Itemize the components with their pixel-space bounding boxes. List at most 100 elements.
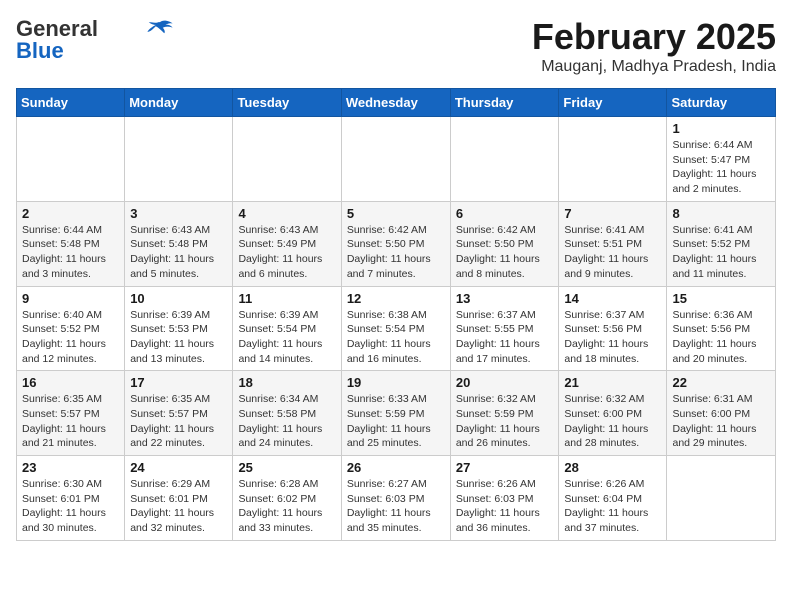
day-number: 18: [238, 375, 335, 390]
calendar-cell: 21Sunrise: 6:32 AM Sunset: 6:00 PM Dayli…: [559, 371, 667, 456]
day-number: 8: [672, 206, 770, 221]
day-number: 15: [672, 291, 770, 306]
weekday-header-saturday: Saturday: [667, 89, 776, 117]
calendar-cell: 14 Sunrise: 6:37 AM Sunset: 5:56 PM Dayli…: [559, 286, 667, 371]
calendar-cell: 10 Sunrise: 6:39 AM Sunset: 5:53 PM Dayli…: [125, 286, 233, 371]
day-info: Sunrise: 6:26 AM Sunset: 6:04 PM Dayligh…: [564, 477, 661, 536]
day-number: 11: [238, 291, 335, 306]
day-number: 4: [238, 206, 335, 221]
logo-blue: Blue: [16, 38, 64, 64]
day-info: Sunrise: 6:28 AM Sunset: 6:02 PM Dayligh…: [238, 477, 335, 536]
logo-bird-icon: [146, 18, 174, 36]
day-number: 20: [456, 375, 554, 390]
day-info: Sunrise: 6:29 AM Sunset: 6:01 PM Dayligh…: [130, 477, 227, 536]
day-number: 26: [347, 460, 445, 475]
day-number: 22: [672, 375, 770, 390]
calendar-cell: 13Sunrise: 6:37 AM Sunset: 5:55 PM Dayli…: [450, 286, 559, 371]
calendar-cell: 22 Sunrise: 6:31 AM Sunset: 6:00 PM Dayli…: [667, 371, 776, 456]
day-info: Sunrise: 6:31 AM Sunset: 6:00 PM Dayligh…: [672, 392, 770, 451]
day-info: Sunrise: 6:43 AM Sunset: 5:49 PM Dayligh…: [238, 223, 335, 282]
day-number: 7: [564, 206, 661, 221]
calendar-cell: 5 Sunrise: 6:42 AM Sunset: 5:50 PM Daylig…: [341, 201, 450, 286]
day-number: 3: [130, 206, 227, 221]
day-number: 16: [22, 375, 119, 390]
calendar-cell: 3 Sunrise: 6:43 AM Sunset: 5:48 PM Daylig…: [125, 201, 233, 286]
calendar-cell: 25 Sunrise: 6:28 AM Sunset: 6:02 PM Dayli…: [233, 456, 341, 541]
weekday-header-monday: Monday: [125, 89, 233, 117]
calendar-table: SundayMondayTuesdayWednesdayThursdayFrid…: [16, 88, 776, 541]
calendar-cell: 20 Sunrise: 6:32 AM Sunset: 5:59 PM Dayli…: [450, 371, 559, 456]
day-number: 24: [130, 460, 227, 475]
weekday-header-sunday: Sunday: [17, 89, 125, 117]
day-info: Sunrise: 6:37 AM Sunset: 5:56 PM Dayligh…: [564, 308, 661, 367]
calendar-cell: 4 Sunrise: 6:43 AM Sunset: 5:49 PM Daylig…: [233, 201, 341, 286]
calendar-cell: [341, 117, 450, 202]
week-row-0: 1 Sunrise: 6:44 AM Sunset: 5:47 PM Daylig…: [17, 117, 776, 202]
title-section: February 2025 Mauganj, Madhya Pradesh, I…: [532, 16, 776, 76]
day-number: 25: [238, 460, 335, 475]
day-number: 23: [22, 460, 119, 475]
day-number: 2: [22, 206, 119, 221]
calendar-cell: 28 Sunrise: 6:26 AM Sunset: 6:04 PM Dayli…: [559, 456, 667, 541]
day-number: 19: [347, 375, 445, 390]
calendar-cell: [125, 117, 233, 202]
day-number: 28: [564, 460, 661, 475]
day-number: 1: [672, 121, 770, 136]
calendar-cell: 12 Sunrise: 6:38 AM Sunset: 5:54 PM Dayli…: [341, 286, 450, 371]
weekday-header-friday: Friday: [559, 89, 667, 117]
logo: General Blue: [16, 16, 174, 64]
day-info: Sunrise: 6:35 AM Sunset: 5:57 PM Dayligh…: [130, 392, 227, 451]
day-number: 9: [22, 291, 119, 306]
calendar-cell: 17Sunrise: 6:35 AM Sunset: 5:57 PM Dayli…: [125, 371, 233, 456]
day-number: 13: [456, 291, 554, 306]
calendar-cell: 15 Sunrise: 6:36 AM Sunset: 5:56 PM Dayli…: [667, 286, 776, 371]
calendar-cell: 27 Sunrise: 6:26 AM Sunset: 6:03 PM Dayli…: [450, 456, 559, 541]
day-info: Sunrise: 6:41 AM Sunset: 5:51 PM Dayligh…: [564, 223, 661, 282]
week-row-3: 16 Sunrise: 6:35 AM Sunset: 5:57 PM Dayli…: [17, 371, 776, 456]
day-info: Sunrise: 6:26 AM Sunset: 6:03 PM Dayligh…: [456, 477, 554, 536]
month-title: February 2025: [532, 16, 776, 58]
week-row-1: 2 Sunrise: 6:44 AM Sunset: 5:48 PM Daylig…: [17, 201, 776, 286]
location-title: Mauganj, Madhya Pradesh, India: [532, 58, 776, 76]
calendar-cell: 1 Sunrise: 6:44 AM Sunset: 5:47 PM Daylig…: [667, 117, 776, 202]
day-number: 12: [347, 291, 445, 306]
day-number: 27: [456, 460, 554, 475]
day-info: Sunrise: 6:43 AM Sunset: 5:48 PM Dayligh…: [130, 223, 227, 282]
day-number: 6: [456, 206, 554, 221]
calendar-cell: 8 Sunrise: 6:41 AM Sunset: 5:52 PM Daylig…: [667, 201, 776, 286]
day-info: Sunrise: 6:38 AM Sunset: 5:54 PM Dayligh…: [347, 308, 445, 367]
calendar-cell: 18 Sunrise: 6:34 AM Sunset: 5:58 PM Dayli…: [233, 371, 341, 456]
calendar-cell: 7 Sunrise: 6:41 AM Sunset: 5:51 PM Daylig…: [559, 201, 667, 286]
weekday-header-wednesday: Wednesday: [341, 89, 450, 117]
calendar-cell: [450, 117, 559, 202]
weekday-header-tuesday: Tuesday: [233, 89, 341, 117]
calendar-cell: [667, 456, 776, 541]
day-info: Sunrise: 6:42 AM Sunset: 5:50 PM Dayligh…: [347, 223, 445, 282]
day-info: Sunrise: 6:39 AM Sunset: 5:54 PM Dayligh…: [238, 308, 335, 367]
day-number: 14: [564, 291, 661, 306]
day-info: Sunrise: 6:36 AM Sunset: 5:56 PM Dayligh…: [672, 308, 770, 367]
calendar-cell: [559, 117, 667, 202]
day-info: Sunrise: 6:39 AM Sunset: 5:53 PM Dayligh…: [130, 308, 227, 367]
calendar-cell: 6Sunrise: 6:42 AM Sunset: 5:50 PM Daylig…: [450, 201, 559, 286]
calendar-cell: 16Sunrise: 6:35 AM Sunset: 5:57 PM Dayli…: [17, 371, 125, 456]
calendar-cell: 2 Sunrise: 6:44 AM Sunset: 5:48 PM Daylig…: [17, 201, 125, 286]
day-info: Sunrise: 6:41 AM Sunset: 5:52 PM Dayligh…: [672, 223, 770, 282]
day-number: 5: [347, 206, 445, 221]
day-info: Sunrise: 6:44 AM Sunset: 5:48 PM Dayligh…: [22, 223, 119, 282]
day-info: Sunrise: 6:33 AM Sunset: 5:59 PM Dayligh…: [347, 392, 445, 451]
day-info: Sunrise: 6:32 AM Sunset: 6:00 PM Dayligh…: [564, 392, 661, 451]
day-number: 10: [130, 291, 227, 306]
calendar-cell: 9 Sunrise: 6:40 AM Sunset: 5:52 PM Daylig…: [17, 286, 125, 371]
calendar-cell: [17, 117, 125, 202]
day-info: Sunrise: 6:44 AM Sunset: 5:47 PM Dayligh…: [672, 138, 770, 197]
calendar-cell: 11 Sunrise: 6:39 AM Sunset: 5:54 PM Dayli…: [233, 286, 341, 371]
day-info: Sunrise: 6:30 AM Sunset: 6:01 PM Dayligh…: [22, 477, 119, 536]
day-info: Sunrise: 6:40 AM Sunset: 5:52 PM Dayligh…: [22, 308, 119, 367]
day-info: Sunrise: 6:34 AM Sunset: 5:58 PM Dayligh…: [238, 392, 335, 451]
weekday-header-row: SundayMondayTuesdayWednesdayThursdayFrid…: [17, 89, 776, 117]
day-info: Sunrise: 6:32 AM Sunset: 5:59 PM Dayligh…: [456, 392, 554, 451]
calendar-cell: [233, 117, 341, 202]
calendar-cell: 23 Sunrise: 6:30 AM Sunset: 6:01 PM Dayli…: [17, 456, 125, 541]
weekday-header-thursday: Thursday: [450, 89, 559, 117]
